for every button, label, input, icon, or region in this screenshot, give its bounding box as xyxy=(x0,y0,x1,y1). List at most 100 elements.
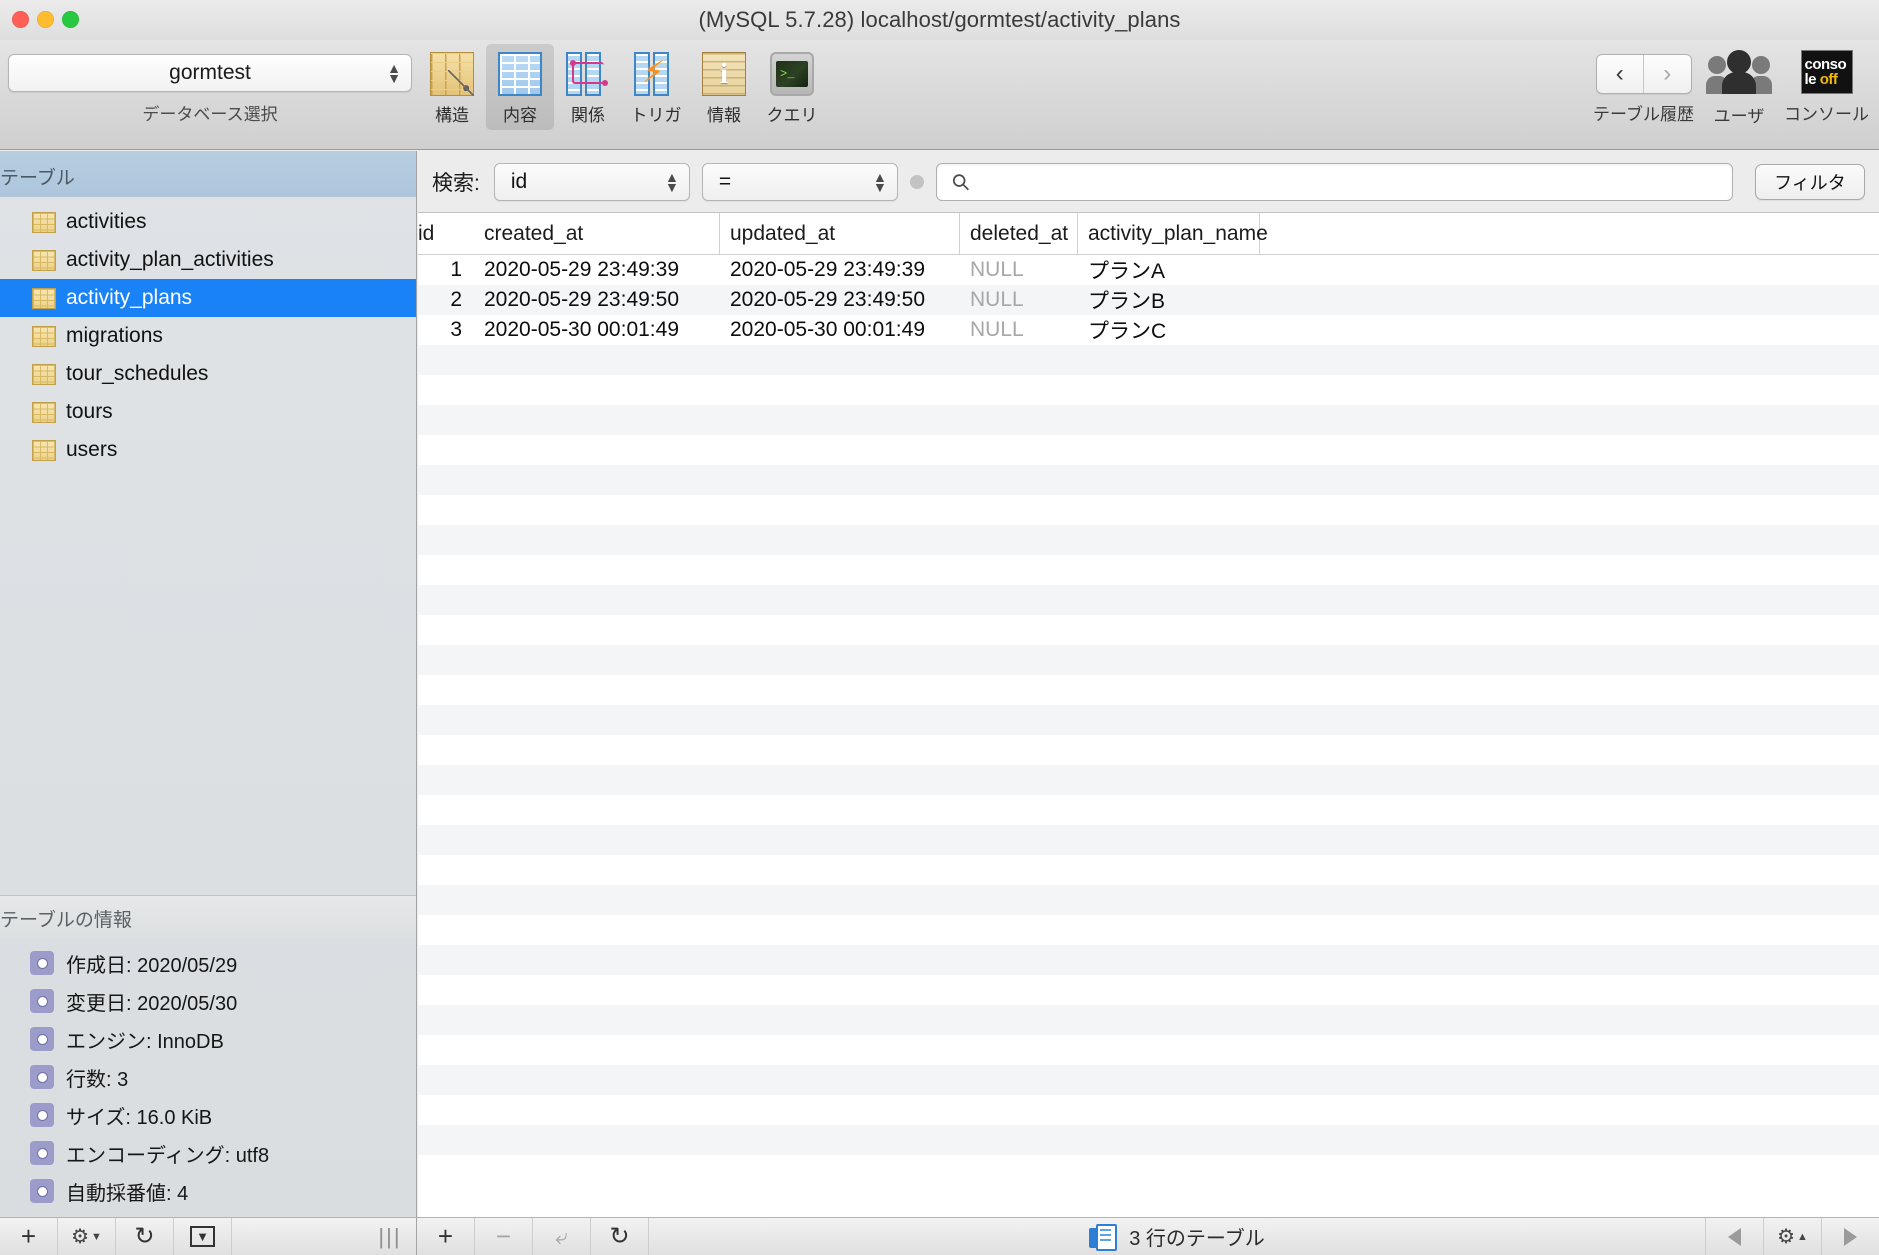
toolbar-tab-content[interactable]: 内容 xyxy=(486,44,554,130)
toolbar-tab-label: 内容 xyxy=(503,106,537,125)
database-select[interactable]: gormtest ▲ ▼ xyxy=(8,54,412,92)
table-cell[interactable]: 3 xyxy=(418,318,474,342)
sidebar-table-item[interactable]: activities xyxy=(0,203,416,241)
next-page-button[interactable] xyxy=(1821,1218,1879,1255)
toolbar-tab-structure[interactable]: 構造 xyxy=(418,44,486,130)
table-info-label: エンコーディング: utf8 xyxy=(66,1144,270,1167)
add-table-button[interactable]: + xyxy=(0,1218,58,1255)
column-header[interactable]: deleted_at xyxy=(960,213,1078,255)
filter-button[interactable]: フィルタ xyxy=(1755,163,1865,200)
trigger-icon: ⚡ xyxy=(634,52,678,96)
sidebar-table-item[interactable]: activity_plan_activities xyxy=(0,241,416,279)
table-icon xyxy=(32,249,56,271)
search-field-select-value: id xyxy=(510,169,528,193)
toolbar-tab-triggers[interactable]: ⚡ トリガ xyxy=(622,44,690,130)
column-header[interactable]: id xyxy=(418,213,474,255)
remove-row-button[interactable]: − xyxy=(475,1218,533,1255)
sidebar-table-item[interactable]: activity_plans xyxy=(0,279,416,317)
data-grid: id created_at updated_at deleted_at activity… xyxy=(418,213,1879,1217)
empty-row xyxy=(418,495,1879,525)
sidebar: テーブル activities activity_plan_activitiesa… xyxy=(0,151,417,1217)
prev-page-button[interactable] xyxy=(1705,1218,1763,1255)
search-field-select[interactable]: id ▲ ▼ xyxy=(493,162,690,201)
empty-row xyxy=(418,855,1879,885)
empty-row xyxy=(418,615,1879,645)
chevron-updown-icon: ▲ ▼ xyxy=(872,168,887,195)
sidebar-tables-header: テーブル xyxy=(0,151,416,197)
toolbar-tab-label: トリガ xyxy=(630,106,682,125)
table-cell[interactable]: 2020-05-29 23:49:50 xyxy=(474,288,720,312)
empty-row xyxy=(418,945,1879,975)
sidebar-resize-grip[interactable]: ||| xyxy=(364,1218,416,1255)
query-terminal-icon: >_ xyxy=(770,52,814,96)
empty-row xyxy=(418,375,1879,405)
table-settings-button[interactable]: ⚙ ▼ xyxy=(58,1218,116,1255)
table-cell[interactable]: 2020-05-29 23:49:39 xyxy=(474,258,720,282)
duplicate-document-icon xyxy=(1089,1223,1118,1251)
table-cell[interactable]: プランC xyxy=(1078,315,1260,345)
empty-row xyxy=(418,405,1879,435)
empty-row xyxy=(418,975,1879,1005)
toolbar-tab-relations[interactable]: 関係 xyxy=(554,44,622,130)
empty-row xyxy=(418,465,1879,495)
refresh-rows-button[interactable]: ↻ xyxy=(591,1218,649,1255)
status-bar: + ⚙ ▼ ↻ ▼ ||| + − ⤶ ↻ 3 行のテーブル ⚙ ▲ xyxy=(0,1217,1879,1255)
toolbar-tab-info[interactable]: i 情報 xyxy=(690,44,758,130)
history-back-button[interactable]: ‹ xyxy=(1597,55,1644,93)
grid-settings-button[interactable]: ⚙ ▲ xyxy=(1763,1218,1821,1255)
table-cell[interactable]: 2 xyxy=(418,288,474,312)
users-icon xyxy=(1706,50,1772,96)
table-row[interactable]: 3 2020-05-30 00:01:49 2020-05-30 00:01:49 N… xyxy=(418,315,1879,345)
toolbar-tab-label: 構造 xyxy=(435,106,469,125)
empty-row xyxy=(418,795,1879,825)
console-icon: conso le off xyxy=(1800,50,1853,94)
export-dropdown-button[interactable]: ▼ xyxy=(174,1218,232,1255)
add-row-button[interactable]: + xyxy=(417,1218,475,1255)
table-history-buttons[interactable]: ‹ › xyxy=(1595,54,1692,94)
empty-row xyxy=(418,1065,1879,1095)
add-condition-dot[interactable] xyxy=(909,174,924,189)
table-cell[interactable]: 2020-05-30 00:01:49 xyxy=(474,318,720,342)
table-cell[interactable]: 2020-05-29 23:49:39 xyxy=(720,258,960,282)
column-header[interactable]: updated_at xyxy=(720,213,960,255)
sidebar-table-item[interactable]: tours xyxy=(0,393,416,431)
sidebar-table-label: tours xyxy=(66,400,113,423)
duplicate-row-button[interactable]: ⤶ xyxy=(533,1218,591,1255)
table-cell[interactable]: 2020-05-30 00:01:49 xyxy=(720,318,960,342)
table-cell[interactable]: NULL xyxy=(960,258,1078,282)
table-history-label: テーブル履歴 xyxy=(1593,105,1694,124)
search-operator-select[interactable]: = ▲ ▼ xyxy=(701,162,898,201)
table-cell[interactable]: プランB xyxy=(1078,285,1260,315)
table-cell[interactable]: NULL xyxy=(960,288,1078,312)
info-bullet-icon xyxy=(30,1103,54,1127)
table-cell[interactable]: NULL xyxy=(960,318,1078,342)
empty-row xyxy=(418,915,1879,945)
filter-bar: 検索: id ▲ ▼ = ▲ ▼ フィルタ xyxy=(418,151,1879,213)
sidebar-table-label: activity_plan_activities xyxy=(66,248,274,271)
toolbar-tab-query[interactable]: >_ クエリ xyxy=(758,44,826,130)
table-row[interactable]: 1 2020-05-29 23:49:39 2020-05-29 23:49:39 N… xyxy=(418,255,1879,285)
table-cell[interactable]: 1 xyxy=(418,258,474,282)
toolbar-tab-label: 関係 xyxy=(571,106,605,125)
table-cell[interactable]: 2020-05-29 23:49:50 xyxy=(720,288,960,312)
empty-row xyxy=(418,585,1879,615)
users-group[interactable]: ユーザ xyxy=(1706,46,1772,127)
search-input[interactable] xyxy=(980,170,1732,193)
refresh-tables-button[interactable]: ↻ xyxy=(116,1218,174,1255)
empty-row xyxy=(418,1155,1879,1185)
empty-row xyxy=(418,1035,1879,1065)
search-input-wrapper[interactable] xyxy=(935,162,1733,201)
column-header[interactable]: activity_plan_name xyxy=(1078,213,1268,255)
table-row[interactable]: 2 2020-05-29 23:49:50 2020-05-29 23:49:50 N… xyxy=(418,285,1879,315)
empty-row xyxy=(418,645,1879,675)
table-cell[interactable]: プランA xyxy=(1078,255,1260,285)
sidebar-table-item[interactable]: migrations xyxy=(0,317,416,355)
console-group[interactable]: conso le off コンソール xyxy=(1784,46,1869,125)
sidebar-table-item[interactable]: tour_schedules xyxy=(0,355,416,393)
history-forward-button[interactable]: › xyxy=(1644,55,1691,93)
sidebar-table-item[interactable]: users xyxy=(0,431,416,469)
search-icon xyxy=(952,173,969,190)
column-header[interactable]: created_at xyxy=(474,213,720,255)
console-icon-line2b: off xyxy=(1819,71,1838,88)
content-pane: 検索: id ▲ ▼ = ▲ ▼ フィルタ id created_at updated_… xyxy=(418,151,1879,1217)
